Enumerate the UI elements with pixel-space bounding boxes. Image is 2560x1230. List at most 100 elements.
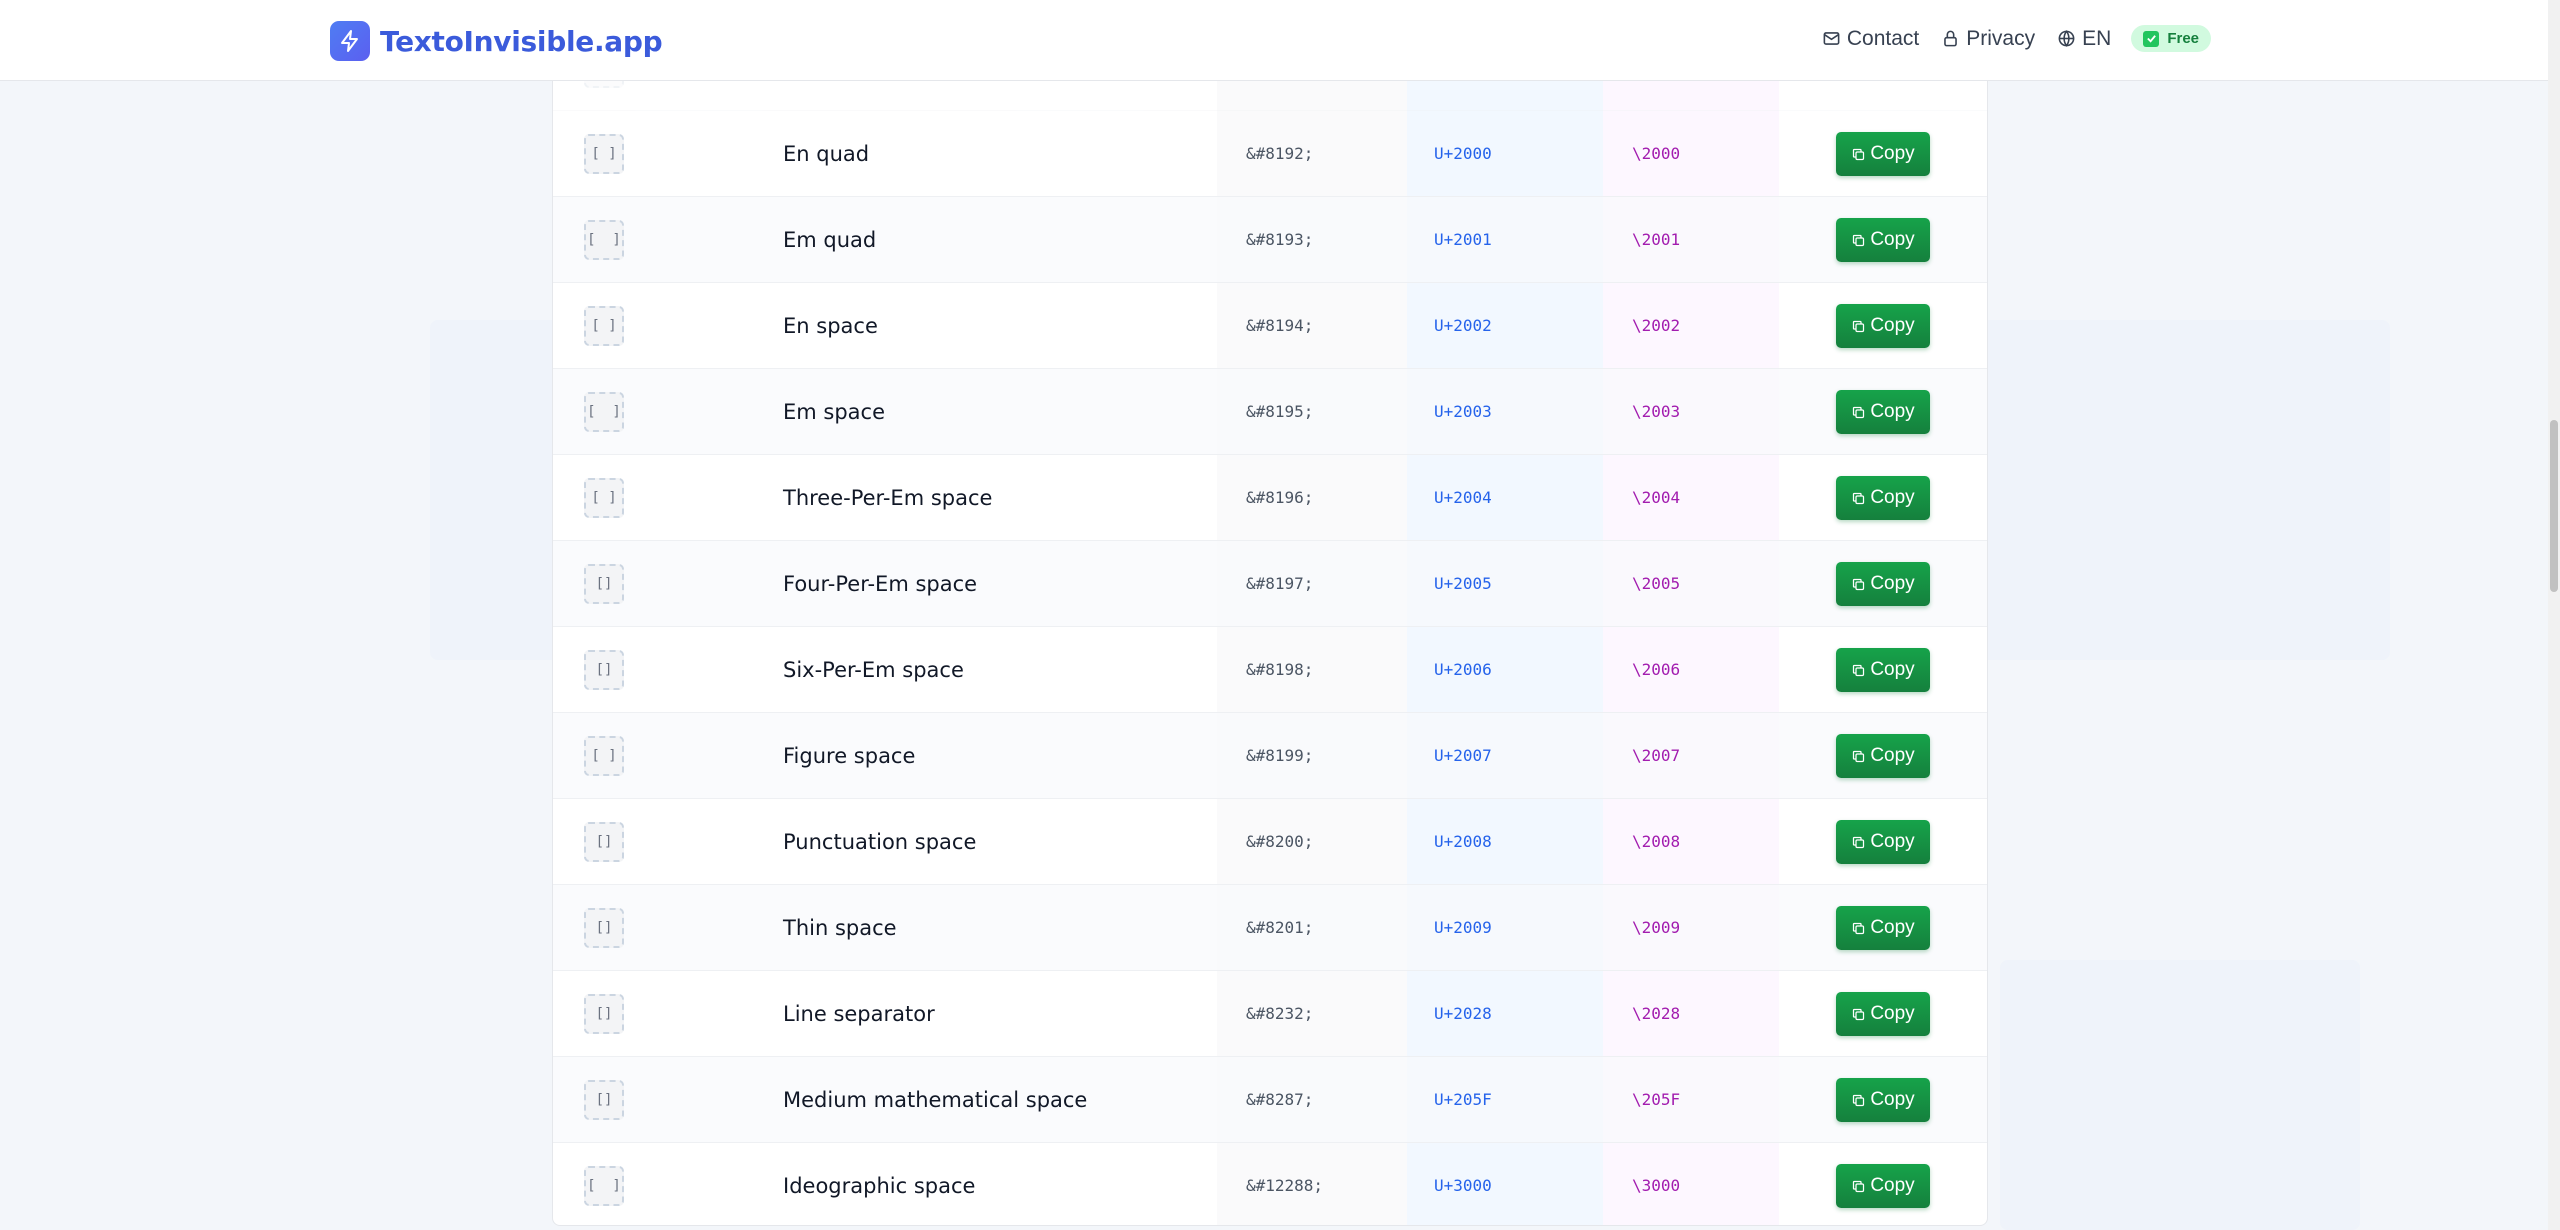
unicode-code: U+2009 [1434, 918, 1492, 937]
css-code: \2002 [1632, 316, 1681, 335]
language-selector[interactable]: EN [2057, 27, 2111, 51]
html-entity: &#8193; [1246, 230, 1314, 249]
preview-box: [ ] [584, 736, 624, 776]
table-row: [] Line separator &#8232; U+2028 \2028 Copy [553, 971, 1987, 1057]
copy-label: Copy [1870, 1003, 1915, 1024]
copy-button[interactable]: Copy [1836, 1164, 1930, 1208]
nav-privacy-label: Privacy [1966, 26, 2036, 50]
unicode-code: U+2001 [1434, 230, 1492, 249]
html-entity: &#8198; [1246, 660, 1314, 679]
css-code: \2000 [1632, 144, 1681, 163]
table-row: [ ] Ideographic space &#12288; U+3000 \3000 C… [553, 1143, 1987, 1225]
table-row: [ ] Em quad &#8193; U+2001 \2001 Copy [553, 197, 1987, 283]
copy-icon [1853, 492, 1865, 504]
html-entity: &#8192; [1246, 144, 1314, 163]
brand-name: TextoInvisible.app [380, 24, 663, 58]
copy-label: Copy [1870, 315, 1915, 336]
table-row: [] Medium mathematical space &#8287; U+205F… [553, 1057, 1987, 1143]
space-name: Ideographic space [783, 1174, 976, 1198]
unicode-code: U+2004 [1434, 488, 1492, 507]
lightning-icon [330, 21, 370, 61]
html-entity: &#12288; [1246, 1176, 1324, 1195]
unicode-code: U+2000 [1434, 144, 1492, 163]
table-row: [] Six-Per-Em space &#8198; U+2006 \2006 Copy [553, 627, 1987, 713]
copy-label: Copy [1870, 229, 1915, 250]
unicode-code: U+3000 [1434, 1176, 1492, 1195]
free-badge: Free [2131, 25, 2211, 52]
space-name: Em space [783, 400, 886, 424]
copy-icon [1853, 836, 1865, 848]
header-nav: Contact Privacy EN Free [1800, 25, 2211, 52]
unicode-code: U+2002 [1434, 316, 1492, 335]
brand[interactable]: TextoInvisible.app [330, 21, 663, 61]
unicode-code: U+2005 [1434, 574, 1492, 593]
space-name: Em quad [783, 228, 877, 252]
copy-label: Copy [1870, 1175, 1915, 1196]
css-code: \2004 [1632, 488, 1681, 507]
copy-button[interactable]: Copy [1836, 218, 1930, 262]
space-name: Medium mathematical space [783, 1088, 1088, 1112]
css-code: \2005 [1632, 574, 1681, 593]
unicode-code: U+2006 [1434, 660, 1492, 679]
css-code: \2028 [1632, 1004, 1681, 1023]
background-panel [2000, 960, 2360, 1230]
spaces-table: [ ] Non-breaking space &nbsp; U+00A0 \00… [552, 0, 1988, 1226]
space-name: Figure space [783, 744, 916, 768]
preview-box: [ ] [584, 1166, 624, 1206]
copy-icon [1853, 406, 1865, 418]
copy-icon [1853, 1008, 1865, 1020]
copy-icon [1853, 148, 1865, 160]
scrollbar-thumb[interactable] [2550, 420, 2558, 592]
html-entity: &#8197; [1246, 574, 1314, 593]
copy-button[interactable]: Copy [1836, 390, 1930, 434]
copy-button[interactable]: Copy [1836, 476, 1930, 520]
copy-button[interactable]: Copy [1836, 304, 1930, 348]
table-row: [] Punctuation space &#8200; U+2008 \2008 Cop… [553, 799, 1987, 885]
copy-button[interactable]: Copy [1836, 734, 1930, 778]
preview-box: [ ] [584, 478, 624, 518]
copy-button[interactable]: Copy [1836, 906, 1930, 950]
page-scrollbar[interactable] [2548, 0, 2560, 1230]
copy-label: Copy [1870, 401, 1915, 422]
copy-icon [1853, 922, 1865, 934]
css-code: \205F [1632, 1090, 1681, 1109]
copy-button[interactable]: Copy [1836, 1078, 1930, 1122]
copy-icon [1853, 234, 1865, 246]
copy-label: Copy [1870, 1089, 1915, 1110]
css-code: \2009 [1632, 918, 1681, 937]
copy-button[interactable]: Copy [1836, 132, 1930, 176]
space-name: Thin space [783, 916, 897, 940]
space-name: Line separator [783, 1002, 935, 1026]
preview-box: [] [584, 822, 624, 862]
css-code: \2008 [1632, 832, 1681, 851]
copy-button[interactable]: Copy [1836, 992, 1930, 1036]
copy-label: Copy [1870, 143, 1915, 164]
preview-box: [] [584, 650, 624, 690]
preview-box: [ ] [584, 134, 624, 174]
unicode-code: U+205F [1434, 1090, 1492, 1109]
table-row: [ ] Em space &#8195; U+2003 \2003 Copy [553, 369, 1987, 455]
css-code: \2007 [1632, 746, 1681, 765]
copy-icon [1853, 1180, 1865, 1192]
copy-button[interactable]: Copy [1836, 562, 1930, 606]
nav-contact-label: Contact [1846, 26, 1920, 50]
css-code: \2001 [1632, 230, 1681, 249]
copy-icon [1853, 664, 1865, 676]
unicode-code: U+2003 [1434, 402, 1492, 421]
copy-button[interactable]: Copy [1836, 648, 1930, 692]
table-row: [ ] Three-Per-Em space &#8196; U+2004 \2004 C… [553, 455, 1987, 541]
css-code: \3000 [1632, 1176, 1681, 1195]
css-code: \2006 [1632, 660, 1681, 679]
copy-icon [1853, 578, 1865, 590]
html-entity: &#8199; [1246, 746, 1314, 765]
nav-contact[interactable]: Contact [1822, 27, 1919, 51]
space-name: Six-Per-Em space [783, 658, 964, 682]
html-entity: &#8195; [1246, 402, 1314, 421]
unicode-code: U+2028 [1434, 1004, 1492, 1023]
nav-privacy[interactable]: Privacy [1941, 27, 2035, 51]
language-label: EN [2082, 26, 2112, 50]
preview-box: [] [584, 564, 624, 604]
space-name: Three-Per-Em space [783, 486, 993, 510]
space-name: En quad [783, 142, 870, 166]
copy-button[interactable]: Copy [1836, 820, 1930, 864]
